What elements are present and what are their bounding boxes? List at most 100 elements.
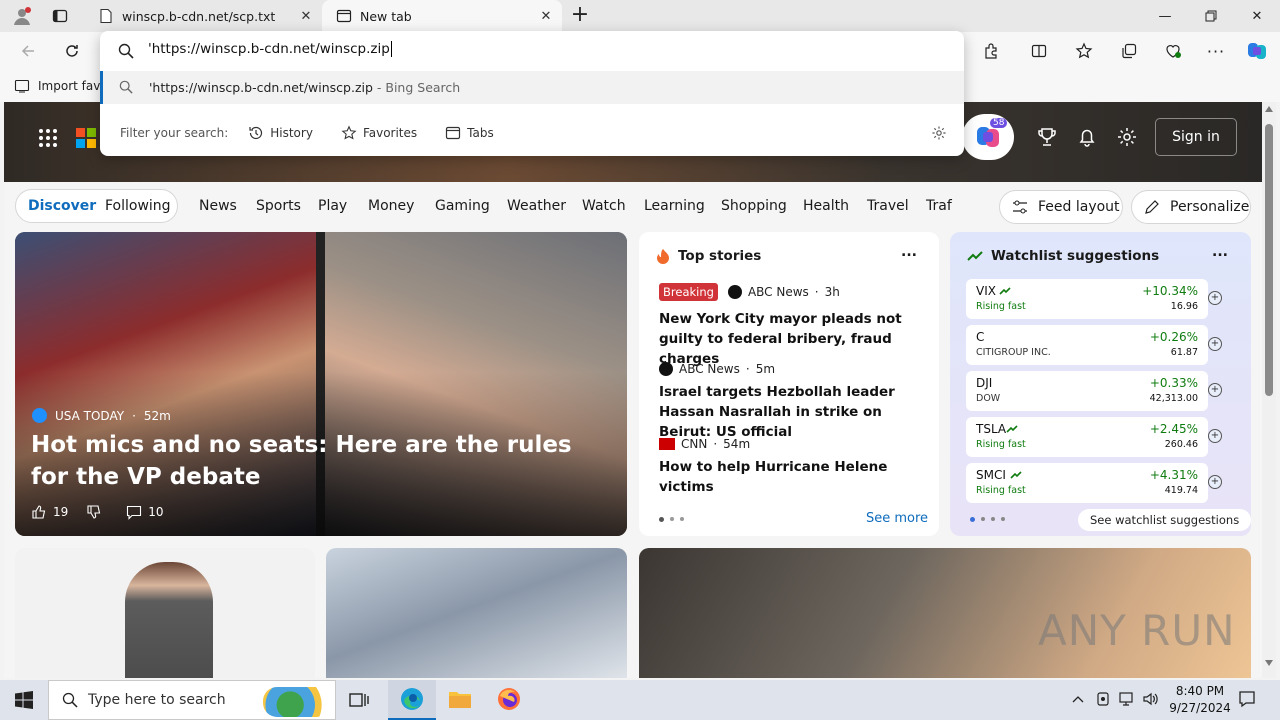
watchlist-row-smci[interactable]: SMCI Rising fast +4.31% 419.74 + bbox=[966, 463, 1222, 503]
nav-sports[interactable]: Sports bbox=[256, 198, 301, 214]
personalize-button[interactable]: Personalize bbox=[1131, 190, 1251, 224]
browser-essentials-icon[interactable] bbox=[1160, 38, 1186, 64]
copilot-icon[interactable] bbox=[1244, 38, 1270, 64]
back-icon[interactable] bbox=[15, 38, 41, 64]
thumbs-down-icon[interactable] bbox=[86, 504, 102, 520]
carousel-dot[interactable] bbox=[991, 517, 995, 521]
carousel-dot[interactable] bbox=[1001, 517, 1005, 521]
story-1-headline[interactable]: New York City mayor pleads not guilty to… bbox=[659, 309, 929, 369]
following-tab[interactable]: Following bbox=[105, 198, 171, 214]
see-watchlist-button[interactable]: See watchlist suggestions bbox=[1078, 509, 1251, 531]
add-to-watchlist-icon[interactable]: + bbox=[1208, 383, 1222, 397]
filter-tabs[interactable]: Tabs bbox=[445, 125, 494, 141]
feed-layout-button[interactable]: Feed layout bbox=[999, 190, 1123, 224]
task-view-icon[interactable] bbox=[348, 690, 370, 710]
import-favorites-icon[interactable] bbox=[14, 78, 30, 94]
nav-traffic[interactable]: Traf bbox=[926, 198, 952, 214]
search-settings-gear-icon[interactable] bbox=[931, 125, 947, 141]
notifications-bell-icon[interactable] bbox=[1076, 126, 1098, 148]
comment-icon[interactable] bbox=[126, 504, 142, 520]
refresh-icon[interactable] bbox=[59, 38, 85, 64]
taskbar-clock[interactable]: 8:40 PM 9/27/2024 bbox=[1164, 683, 1236, 717]
add-to-watchlist-icon[interactable]: + bbox=[1208, 429, 1222, 443]
watchlist-more-button[interactable]: ... bbox=[1212, 244, 1228, 260]
newtab-icon bbox=[336, 8, 352, 24]
hero-story-card[interactable]: USA TODAY · 52m Hot mics and no seats: H… bbox=[15, 232, 627, 536]
scroll-down-arrow[interactable] bbox=[1265, 660, 1273, 666]
story-3-headline[interactable]: How to help Hurricane Helene victims bbox=[659, 457, 929, 497]
nav-learning[interactable]: Learning bbox=[644, 198, 705, 214]
collections-icon[interactable] bbox=[1116, 38, 1142, 64]
sign-in-button[interactable]: Sign in bbox=[1155, 118, 1237, 156]
nav-weather[interactable]: Weather bbox=[507, 198, 566, 214]
watchlist-row-vix[interactable]: VIX Rising fast +10.34% 16.96 + bbox=[966, 279, 1222, 319]
volume-icon[interactable] bbox=[1142, 691, 1160, 707]
carousel-dot[interactable] bbox=[981, 517, 985, 521]
discover-tab[interactable]: Discover bbox=[28, 198, 96, 214]
notification-center-icon[interactable] bbox=[1238, 690, 1256, 708]
show-hidden-icons-chevron-icon[interactable] bbox=[1072, 694, 1084, 704]
fashion-ad-card[interactable] bbox=[15, 548, 315, 678]
tab-new-tab[interactable]: New tab ✕ bbox=[322, 0, 562, 32]
hero-headline[interactable]: Hot mics and no seats: Here are the rule… bbox=[31, 429, 616, 493]
rewards-trophy-icon[interactable] bbox=[1036, 126, 1058, 148]
network-icon[interactable] bbox=[1118, 691, 1136, 707]
carousel-dot[interactable] bbox=[670, 517, 674, 521]
watchlist-row-c[interactable]: C CITIGROUP INC. +0.26% 61.87 + bbox=[966, 325, 1222, 365]
watchlist-row-tsla[interactable]: TSLA Rising fast +2.45% 260.46 + bbox=[966, 417, 1222, 457]
scroll-thumb[interactable] bbox=[1265, 124, 1273, 396]
restore-button[interactable] bbox=[1188, 0, 1234, 32]
favorites-icon[interactable] bbox=[1071, 38, 1097, 64]
edge-taskbar-icon[interactable] bbox=[388, 680, 436, 720]
close-tab-icon[interactable]: ✕ bbox=[538, 8, 554, 24]
watchlist-carousel-dots[interactable] bbox=[970, 517, 1005, 522]
see-more-link[interactable]: See more bbox=[866, 511, 928, 526]
start-button[interactable] bbox=[0, 680, 48, 720]
tech-story-card[interactable] bbox=[326, 548, 627, 678]
thumbs-up-icon[interactable] bbox=[31, 504, 47, 520]
address-input[interactable]: 'https://winscp.b-cdn.net/winscp.zip bbox=[148, 41, 392, 57]
nav-money[interactable]: Money bbox=[368, 198, 414, 214]
microsoft-logo-icon[interactable] bbox=[76, 128, 96, 148]
nav-news[interactable]: News bbox=[199, 198, 237, 214]
apps-launcher-icon[interactable] bbox=[38, 128, 58, 148]
nav-travel[interactable]: Travel bbox=[867, 198, 909, 214]
filter-history[interactable]: History bbox=[248, 125, 313, 141]
minimize-button[interactable]: — bbox=[1142, 0, 1188, 32]
search-suggestion[interactable]: 'https://winscp.b-cdn.net/winscp.zip - B… bbox=[100, 71, 964, 104]
close-window-button[interactable]: ✕ bbox=[1234, 0, 1280, 32]
file-explorer-icon[interactable] bbox=[448, 688, 472, 710]
page-scrollbar[interactable] bbox=[1262, 102, 1276, 678]
copilot-rewards-button[interactable]: 58 bbox=[962, 114, 1014, 160]
add-to-watchlist-icon[interactable]: + bbox=[1208, 337, 1222, 351]
carousel-dot[interactable] bbox=[680, 517, 684, 521]
more-menu-icon[interactable]: ··· bbox=[1203, 38, 1229, 64]
settings-gear-icon[interactable] bbox=[1116, 126, 1138, 148]
add-to-watchlist-icon[interactable]: + bbox=[1208, 475, 1222, 489]
nav-play[interactable]: Play bbox=[318, 198, 347, 214]
story-2-headline[interactable]: Israel targets Hezbollah leader Hassan N… bbox=[659, 382, 929, 442]
nav-shopping[interactable]: Shopping bbox=[721, 198, 787, 214]
profile-icon[interactable] bbox=[12, 6, 32, 26]
add-to-watchlist-icon[interactable]: + bbox=[1208, 291, 1222, 305]
taskbar-search-box[interactable]: Type here to search bbox=[48, 680, 336, 720]
nav-health[interactable]: Health bbox=[803, 198, 849, 214]
carousel-dot[interactable] bbox=[659, 517, 664, 522]
close-tab-icon[interactable]: ✕ bbox=[298, 8, 314, 24]
carousel-dot[interactable] bbox=[970, 517, 975, 522]
nav-watch[interactable]: Watch bbox=[582, 198, 626, 214]
split-screen-icon[interactable] bbox=[1026, 38, 1052, 64]
carousel-dots[interactable] bbox=[659, 517, 684, 522]
new-tab-button[interactable]: + bbox=[568, 4, 592, 28]
firefox-icon[interactable] bbox=[497, 687, 521, 711]
scroll-up-arrow[interactable] bbox=[1265, 106, 1273, 112]
top-stories-more-button[interactable]: ... bbox=[901, 244, 917, 260]
watchlist-row-dji[interactable]: DJI DOW +0.33% 42,313.00 + bbox=[966, 371, 1222, 411]
tab-scp-txt[interactable]: winscp.b-cdn.net/scp.txt ✕ bbox=[84, 0, 322, 32]
nav-gaming[interactable]: Gaming bbox=[435, 198, 490, 214]
filter-favorites[interactable]: Favorites bbox=[341, 125, 417, 141]
import-favorites-link[interactable]: Import favo bbox=[38, 79, 108, 93]
tab-actions-icon[interactable] bbox=[52, 8, 68, 24]
security-tray-icon[interactable] bbox=[1095, 691, 1111, 707]
extensions-icon[interactable] bbox=[978, 38, 1004, 64]
